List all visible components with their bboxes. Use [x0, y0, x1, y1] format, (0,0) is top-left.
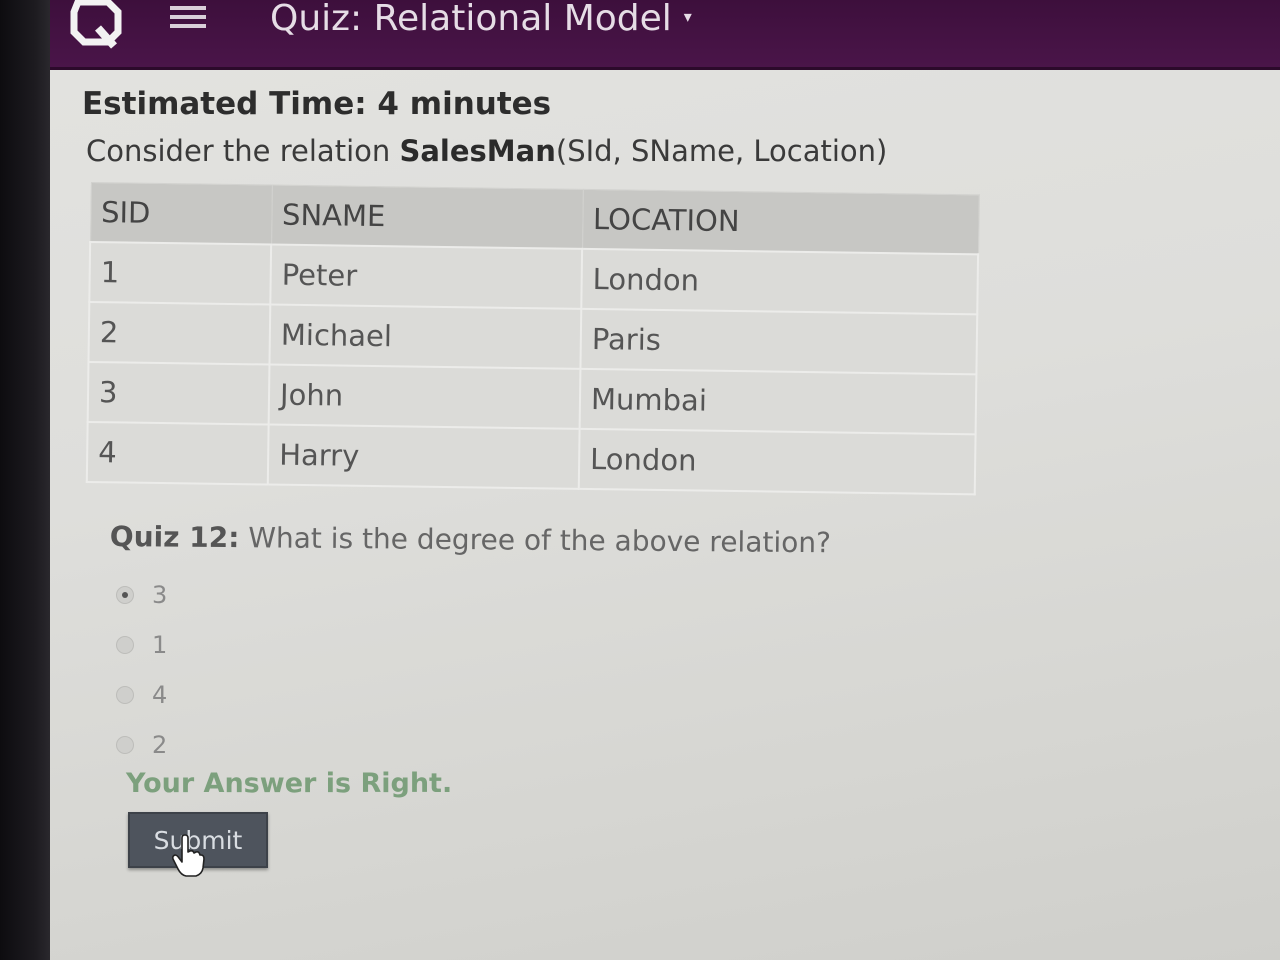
cell-location: London	[578, 428, 976, 495]
radio-button[interactable]	[116, 686, 134, 704]
chevron-down-icon: ▾	[683, 6, 692, 26]
estimated-time: Estimated Time: 4 minutes	[82, 86, 552, 122]
cell-sname: Michael	[269, 304, 582, 369]
answer-feedback: Your Answer is Right.	[126, 768, 453, 799]
hamburger-menu-icon[interactable]	[170, 6, 206, 36]
option-label: 3	[152, 581, 168, 609]
quiz-title: Quiz: Relational Model	[270, 0, 672, 39]
relation-table: SID SNAME LOCATION 1 Peter London 2 Mich…	[86, 182, 980, 495]
top-bar: Quiz: Relational Model ▾	[50, 0, 1280, 70]
answer-option-2[interactable]: 2	[116, 720, 167, 770]
column-header-sid: SID	[90, 182, 272, 245]
radio-button-selected[interactable]	[116, 586, 134, 604]
question-label: Quiz 12:	[109, 520, 240, 555]
monitor-bezel	[0, 0, 50, 960]
cell-sid: 4	[86, 421, 269, 485]
option-label: 2	[152, 731, 168, 759]
question-text: What is the degree of the above relation…	[239, 521, 832, 560]
cell-location: London	[581, 248, 979, 315]
quiz-title-dropdown[interactable]: Quiz: Relational Model ▾	[270, 0, 692, 39]
answer-option-1[interactable]: 1	[116, 620, 167, 670]
option-label: 4	[152, 681, 168, 709]
answer-option-3[interactable]: 3	[116, 570, 167, 620]
quiz-app-logo-icon[interactable]	[68, 0, 124, 50]
answer-option-4[interactable]: 4	[116, 670, 167, 720]
quiz-content: Estimated Time: 4 minutes Consider the r…	[50, 70, 1280, 960]
cell-sid: 3	[87, 361, 270, 425]
option-label: 1	[152, 631, 168, 659]
column-header-sname: SNAME	[271, 185, 583, 249]
cell-location: Mumbai	[579, 368, 977, 435]
cell-sname: John	[268, 364, 581, 429]
relation-prefix: Consider the relation	[86, 134, 400, 168]
table-row: 4 Harry London	[86, 421, 976, 495]
cell-sname: Harry	[267, 424, 580, 489]
question: Quiz 12: What is the degree of the above…	[110, 520, 831, 559]
radio-button[interactable]	[116, 736, 134, 754]
relation-statement: Consider the relation SalesMan(SId, SNam…	[86, 134, 887, 168]
answer-options: 3 1 4 2	[116, 570, 167, 770]
relation-name: SalesMan	[399, 134, 556, 168]
cell-sid: 2	[88, 302, 271, 365]
relation-attributes: (SId, SName, Location)	[555, 134, 888, 168]
column-header-location: LOCATION	[582, 189, 979, 255]
hand-cursor-icon	[171, 834, 205, 877]
cell-location: Paris	[580, 308, 978, 375]
radio-button[interactable]	[116, 636, 134, 654]
cell-sname: Peter	[270, 244, 583, 309]
cell-sid: 1	[89, 242, 272, 305]
